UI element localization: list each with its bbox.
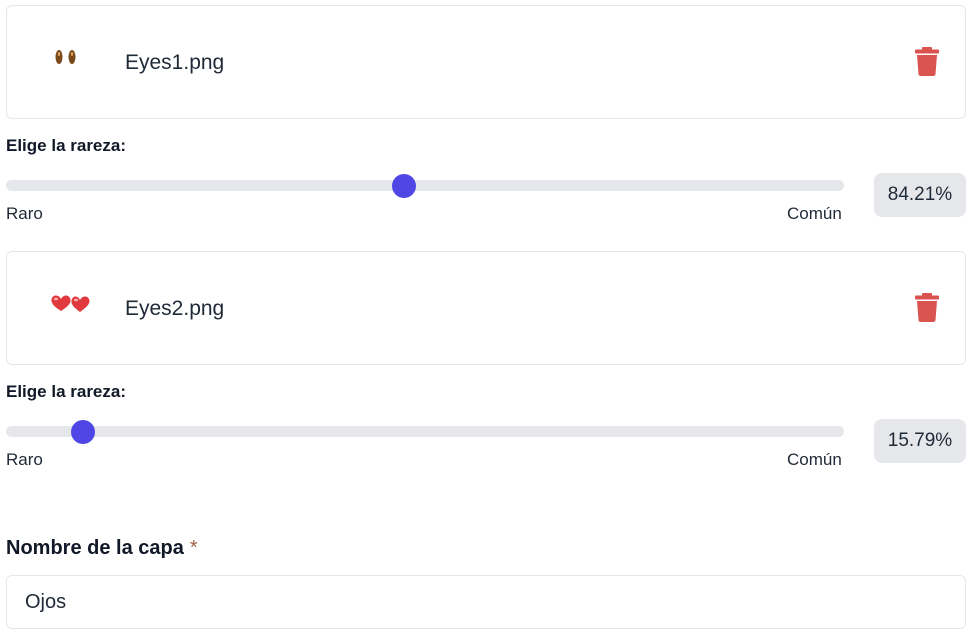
slider-min-label: Raro [6,450,43,469]
image-card-eyes1: Eyes1.png [6,5,966,119]
rarity-label: Elige la rareza: [6,136,127,155]
image-card-eyes2: Eyes2.png [6,251,966,365]
rarity-slider[interactable] [6,420,844,444]
layer-name-label: Nombre de la capa * [6,537,198,560]
trash-icon[interactable] [915,293,939,322]
trash-icon[interactable] [915,47,939,76]
slider-handle[interactable] [71,420,96,444]
heart-eyes-icon [51,295,90,312]
image-file-name: Eyes2.png [125,297,225,320]
rarity-percentage-badge: 15.79% [874,419,966,463]
slider-max-label: Común [787,450,842,469]
layer-name-input[interactable] [6,575,966,629]
image-file-name: Eyes1.png [125,51,225,74]
required-marker: * [189,537,198,559]
layer-name-label-text: Nombre de la capa [6,537,184,559]
slider-max-label: Común [787,204,842,223]
slider-handle[interactable] [392,174,417,198]
brown-eyes-icon [55,50,76,64]
rarity-slider[interactable] [6,174,844,198]
rarity-label: Elige la rareza: [6,382,127,401]
rarity-percentage-badge: 84.21% [874,173,966,217]
slider-min-label: Raro [6,204,43,223]
